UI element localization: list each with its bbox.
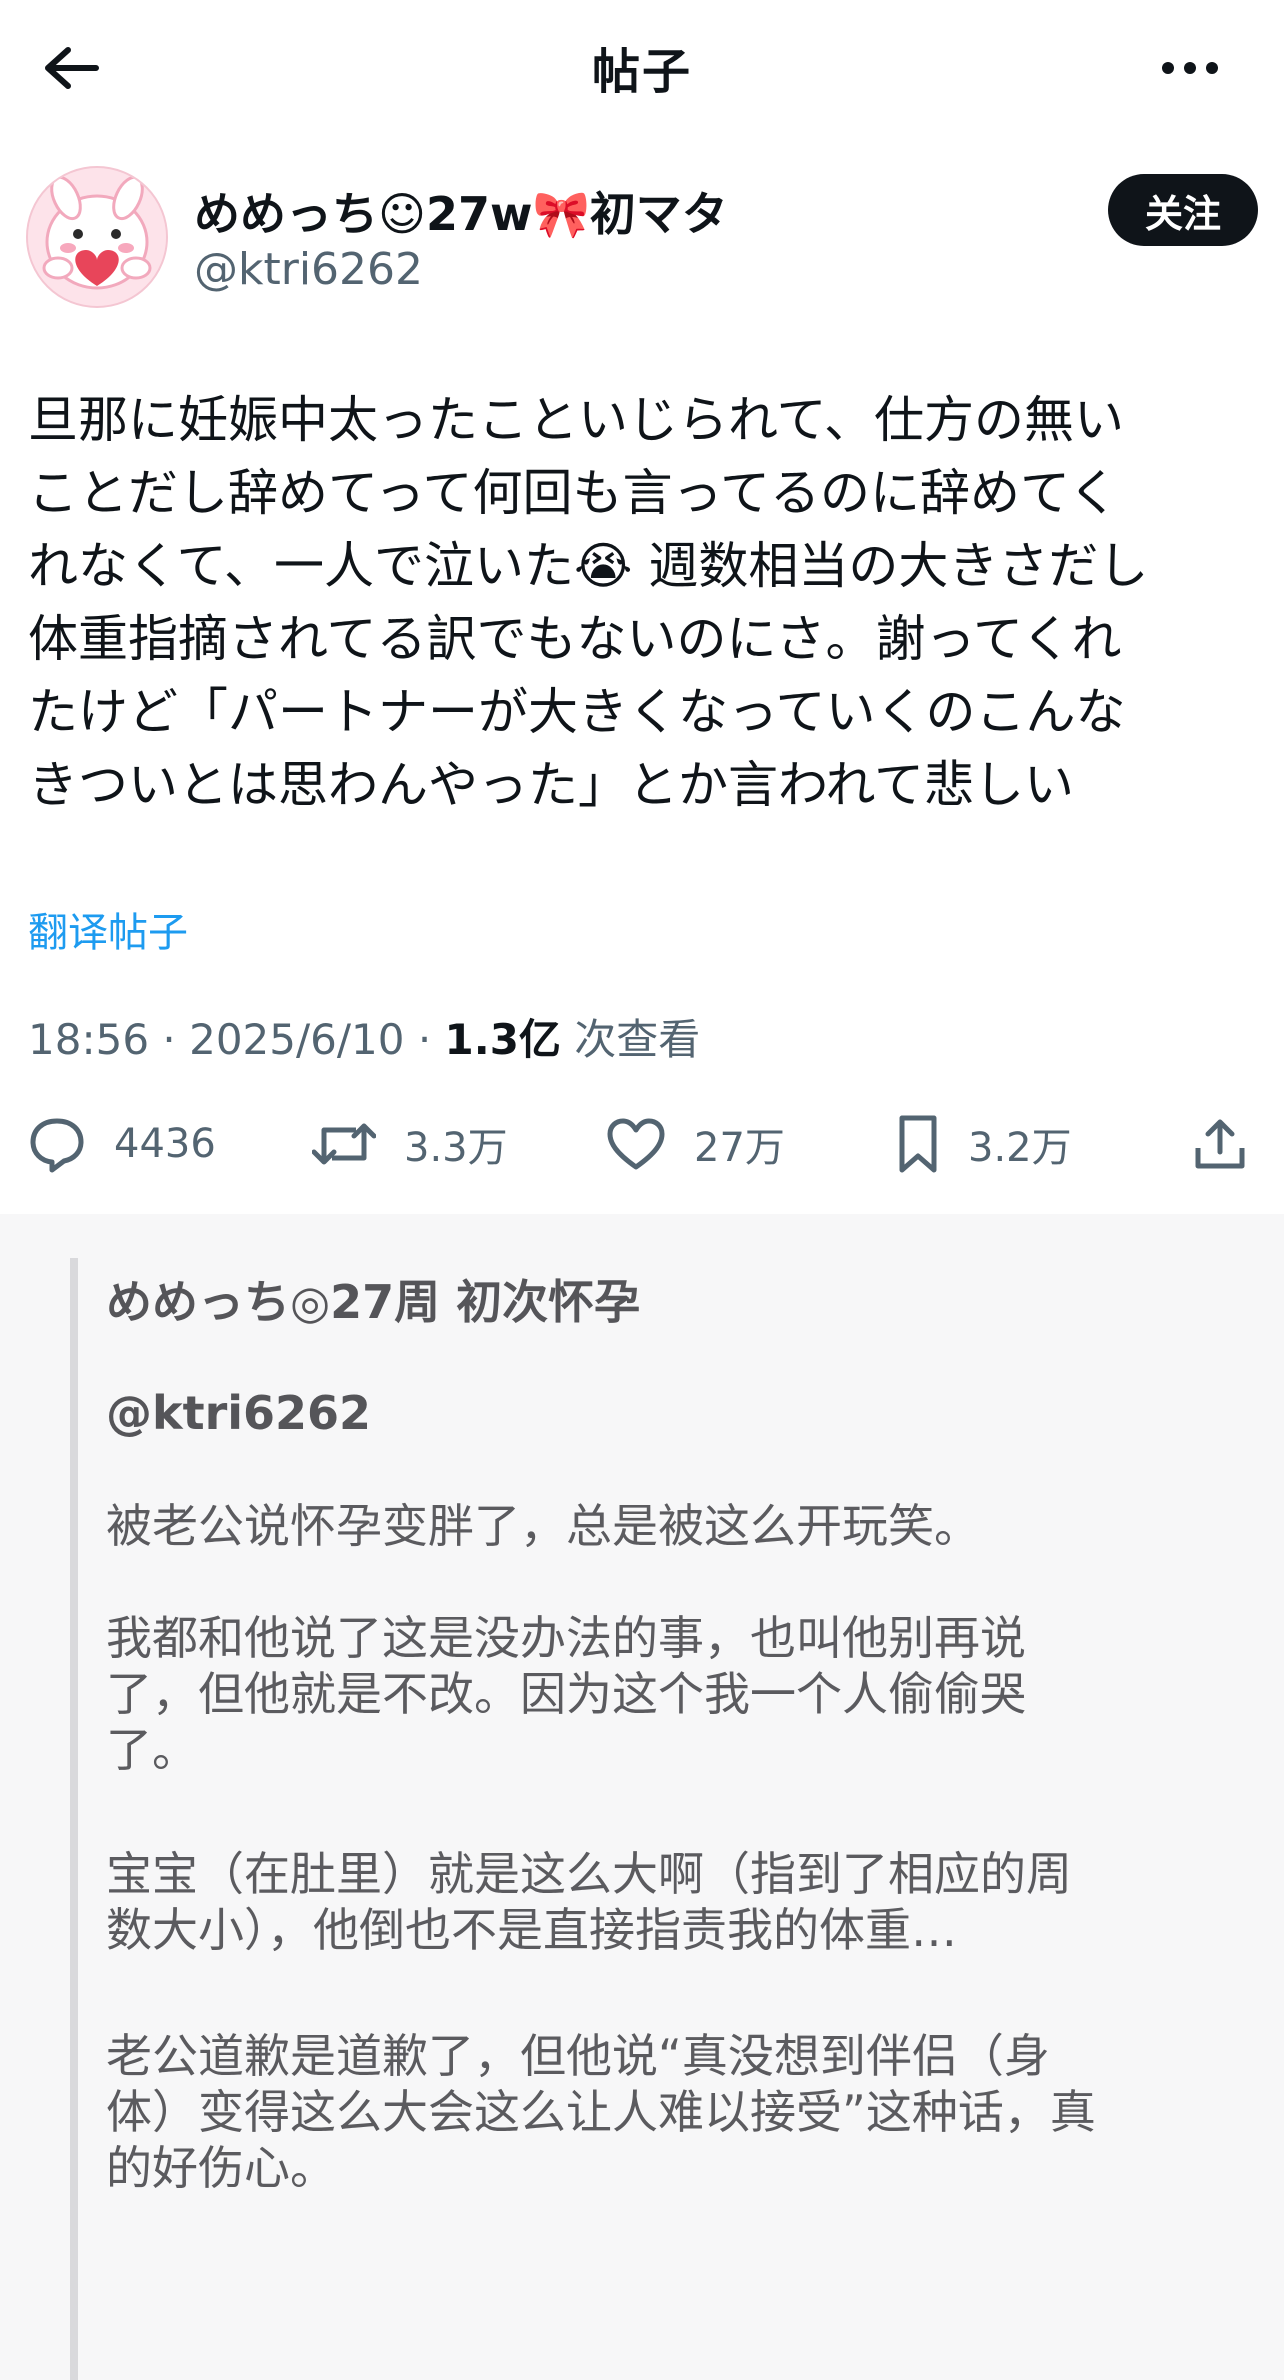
bookmark-button[interactable]: 3.2万 bbox=[896, 1104, 1072, 1184]
avatar[interactable] bbox=[26, 166, 168, 308]
post-text-line: 体重指摘されてる訳でもないのにさ。謝ってくれ bbox=[28, 610, 1122, 668]
post-meta: 18:56 · 2025/6/10 · 1.3亿 次查看 bbox=[28, 1006, 700, 1067]
bookmark-count: 3.2万 bbox=[968, 1125, 1072, 1171]
meta-separator: · bbox=[149, 1015, 190, 1064]
post-time[interactable]: 18:56 bbox=[28, 1015, 149, 1064]
translation-paragraph: 我都和他说了这是没办法的事，也叫他别再说 了，但他就是不改。因为这个我一个人偷偷… bbox=[106, 1596, 1206, 1792]
user-handle[interactable]: @ktri6262 bbox=[194, 244, 423, 295]
follow-button[interactable]: 关注 bbox=[1108, 174, 1258, 246]
reply-count: 4436 bbox=[114, 1121, 216, 1167]
translate-post-link[interactable]: 翻译帖子 bbox=[28, 900, 188, 958]
post-text-line: 旦那に妊娠中太ったこといじられて、仕方の無い bbox=[28, 391, 1124, 449]
post-text-line: たけど「パートナーが大きくなっていくのこんな bbox=[28, 683, 1126, 741]
top-bar: 帖子 bbox=[0, 0, 1284, 132]
views-label: 次查看 bbox=[574, 1015, 701, 1064]
like-button[interactable]: 27万 bbox=[606, 1104, 785, 1184]
translation-paragraph: 被老公说怀孕变胖了，总是被这么开玩笑。 bbox=[106, 1484, 1206, 1568]
post-date[interactable]: 2025/6/10 bbox=[189, 1015, 404, 1064]
share-button[interactable] bbox=[1192, 1104, 1248, 1184]
post-text-line: きついとは思わんやった」とか言われて悲しい bbox=[28, 756, 1074, 814]
translation-paragraph: 宝宝（在肚里）就是这么大啊（指到了相应的周 数大小），他倒也不是直接指责我的体重… bbox=[106, 1832, 1206, 1972]
post-text-line: ことだし辞めてって何回も言ってるのに辞めてく bbox=[28, 464, 1119, 522]
more-dots-icon bbox=[1162, 62, 1218, 74]
author-row: めめっち☺27w🎀初マタ @ktri6262 关注 bbox=[26, 166, 1258, 316]
reply-icon bbox=[30, 1118, 84, 1173]
pink-bunny-heart-avatar bbox=[28, 168, 166, 306]
repost-count: 3.3万 bbox=[404, 1125, 508, 1171]
share-icon bbox=[1195, 1119, 1245, 1169]
reply-button[interactable]: 4436 bbox=[28, 1104, 216, 1184]
translation-paragraph: 老公道歉是道歉了，但他说“真没想到伴侣（身 体）变得这么大会这么让人难以接受”这… bbox=[106, 2014, 1206, 2210]
quote-bar bbox=[70, 1258, 78, 2380]
display-name[interactable]: めめっち☺27w🎀初マタ bbox=[194, 178, 728, 244]
like-count: 27万 bbox=[694, 1125, 785, 1171]
translation-handle: @ktri6262 bbox=[106, 1386, 372, 1440]
heart-icon bbox=[607, 1118, 665, 1170]
translation-panel: めめっち◎27周 初次怀孕 @ktri6262 被老公说怀孕变胖了，总是被这么开… bbox=[0, 1214, 1284, 2380]
bookmark-icon bbox=[899, 1115, 937, 1173]
translation-line: 被老公说怀孕变胖了，总是被这么开玩笑。 bbox=[106, 1499, 980, 1553]
action-bar: 4436 3.3万 27万 3.2万 bbox=[28, 1104, 1248, 1184]
repost-button[interactable]: 3.3万 bbox=[312, 1104, 508, 1184]
more-button[interactable] bbox=[1152, 36, 1228, 100]
page-title: 帖子 bbox=[591, 44, 692, 100]
repost-icon bbox=[312, 1123, 376, 1165]
meta-separator: · bbox=[404, 1015, 445, 1064]
post-text: 旦那に妊娠中太ったこといじられて、仕方の無い ことだし辞めてって何回も言ってるの… bbox=[28, 384, 1258, 822]
translation-name: めめっち◎27周 初次怀孕 bbox=[106, 1275, 641, 1329]
post-text-line: れなくて、一人で泣いた😭 週数相当の大きさだし bbox=[28, 537, 1149, 595]
views-count: 1.3亿 bbox=[444, 1015, 561, 1064]
